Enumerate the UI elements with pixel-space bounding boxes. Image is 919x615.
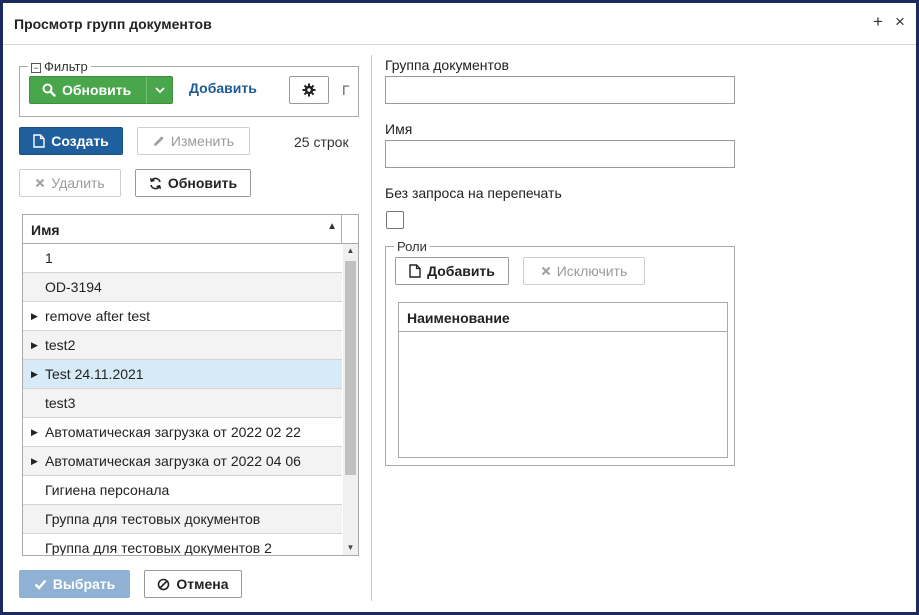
- delete-button[interactable]: Удалить: [19, 169, 121, 197]
- expand-caret-icon[interactable]: ▶: [31, 331, 38, 360]
- group-field-label: Группа документов: [385, 57, 509, 73]
- expand-caret-icon[interactable]: ▶: [31, 447, 38, 476]
- document-icon: [409, 264, 421, 278]
- row-label: Гигиена персонала: [45, 482, 170, 498]
- no-reprint-checkbox[interactable]: [386, 211, 404, 229]
- expand-caret-icon[interactable]: ▶: [31, 360, 38, 389]
- row-label: OD-3194: [45, 279, 102, 295]
- row-label: remove after test: [45, 308, 151, 324]
- row-label: Автоматическая загрузка от 2022 04 06: [45, 453, 301, 469]
- search-icon: [42, 83, 56, 97]
- roles-add-label: Добавить: [427, 263, 495, 279]
- cancel-button[interactable]: Отмена: [144, 570, 242, 598]
- groups-grid: Имя ▲ 1 OD-3194 ▶ remove after test ▶ test2 ▶ T…: [22, 214, 359, 556]
- edit-button[interactable]: Изменить: [137, 127, 250, 155]
- no-reprint-label: Без запроса на перепечать: [385, 185, 562, 201]
- window-title: Просмотр групп документов: [14, 16, 212, 32]
- refresh-button[interactable]: Обновить: [135, 169, 251, 197]
- check-icon: [34, 579, 47, 590]
- filter-add-link[interactable]: Добавить: [189, 80, 257, 96]
- refresh-icon: [149, 177, 161, 189]
- create-label: Создать: [51, 133, 109, 149]
- roles-column-header-label: Наименование: [407, 310, 510, 326]
- panel-divider: [371, 55, 372, 601]
- roles-legend: Роли: [397, 239, 427, 254]
- filter-refresh-label: Обновить: [62, 82, 132, 98]
- table-row[interactable]: OD-3194: [23, 273, 342, 302]
- filter-legend[interactable]: − Фильтр: [28, 59, 91, 74]
- title-bar: Просмотр групп документов + ×: [3, 3, 916, 45]
- select-label: Выбрать: [52, 576, 116, 592]
- grid-scrollbar[interactable]: ▲ ▼: [343, 244, 358, 555]
- row-label: 1: [45, 250, 53, 266]
- dialog-window: Просмотр групп документов + × − Фильтр Об…: [0, 0, 919, 615]
- column-header-label: Имя: [31, 222, 60, 238]
- table-row[interactable]: ▶ Автоматическая загрузка от 2022 02 22: [23, 418, 342, 447]
- sort-ascending-icon: ▲: [327, 221, 337, 232]
- close-icon[interactable]: ×: [891, 12, 909, 32]
- close-x-icon: [541, 266, 550, 276]
- table-row[interactable]: Гигиена персонала: [23, 476, 342, 505]
- create-button[interactable]: Создать: [19, 127, 123, 155]
- row-label: Test 24.11.2021: [45, 366, 144, 382]
- delete-label: Удалить: [51, 175, 105, 191]
- pencil-icon: [153, 136, 164, 146]
- roles-exclude-button[interactable]: Исключить: [523, 257, 645, 285]
- chevron-down-icon: [154, 86, 165, 93]
- table-row[interactable]: 1: [23, 244, 342, 273]
- roles-column-header[interactable]: Наименование: [399, 303, 727, 332]
- ban-icon: [158, 578, 170, 590]
- table-row[interactable]: ▶ Автоматическая загрузка от 2022 04 06: [23, 447, 342, 476]
- filter-refresh-dropdown[interactable]: [146, 76, 173, 104]
- roles-exclude-label: Исключить: [556, 263, 628, 279]
- filter-refresh-button[interactable]: Обновить: [29, 76, 147, 104]
- row-label: Группа для тестовых документов: [45, 511, 261, 527]
- header-filler: [342, 215, 358, 244]
- collapse-icon[interactable]: −: [31, 62, 41, 73]
- scroll-thumb[interactable]: [345, 261, 356, 475]
- row-count: 25 строк: [294, 134, 349, 150]
- name-field[interactable]: [385, 140, 735, 168]
- table-row[interactable]: test3: [23, 389, 342, 418]
- scroll-down-icon[interactable]: ▼: [343, 541, 358, 555]
- row-label: Автоматическая загрузка от 2022 02 22: [45, 424, 301, 440]
- table-row[interactable]: ▶ remove after test: [23, 302, 342, 331]
- scroll-up-icon[interactable]: ▲: [343, 244, 358, 258]
- filter-truncated-text: Г: [342, 82, 350, 98]
- table-row[interactable]: Группа для тестовых документов 2: [23, 534, 342, 556]
- expand-caret-icon[interactable]: ▶: [31, 418, 38, 447]
- row-label: test3: [45, 395, 76, 411]
- document-icon: [33, 134, 45, 148]
- table-row[interactable]: ▶ test2: [23, 331, 342, 360]
- close-x-icon: [36, 178, 45, 188]
- filter-settings-button[interactable]: [289, 76, 329, 104]
- gear-icon: [302, 83, 316, 97]
- refresh-label: Обновить: [167, 175, 238, 191]
- column-header-name[interactable]: Имя ▲: [23, 215, 342, 244]
- grid-rows: 1 OD-3194 ▶ remove after test ▶ test2 ▶ Test 24…: [23, 244, 342, 556]
- pin-icon[interactable]: +: [869, 12, 887, 32]
- roles-add-button[interactable]: Добавить: [395, 257, 509, 285]
- row-label: Группа для тестовых документов 2: [45, 540, 272, 556]
- group-field[interactable]: [385, 76, 735, 104]
- roles-grid: Наименование: [398, 302, 728, 458]
- cancel-label: Отмена: [176, 576, 229, 592]
- expand-caret-icon[interactable]: ▶: [31, 302, 38, 331]
- table-row[interactable]: ▶ Test 24.11.2021: [23, 360, 342, 389]
- name-field-label: Имя: [385, 121, 413, 137]
- filter-legend-label: Фильтр: [44, 59, 88, 74]
- table-row[interactable]: Группа для тестовых документов: [23, 505, 342, 534]
- row-label: test2: [45, 337, 76, 353]
- edit-label: Изменить: [170, 133, 235, 149]
- select-button[interactable]: Выбрать: [19, 570, 130, 598]
